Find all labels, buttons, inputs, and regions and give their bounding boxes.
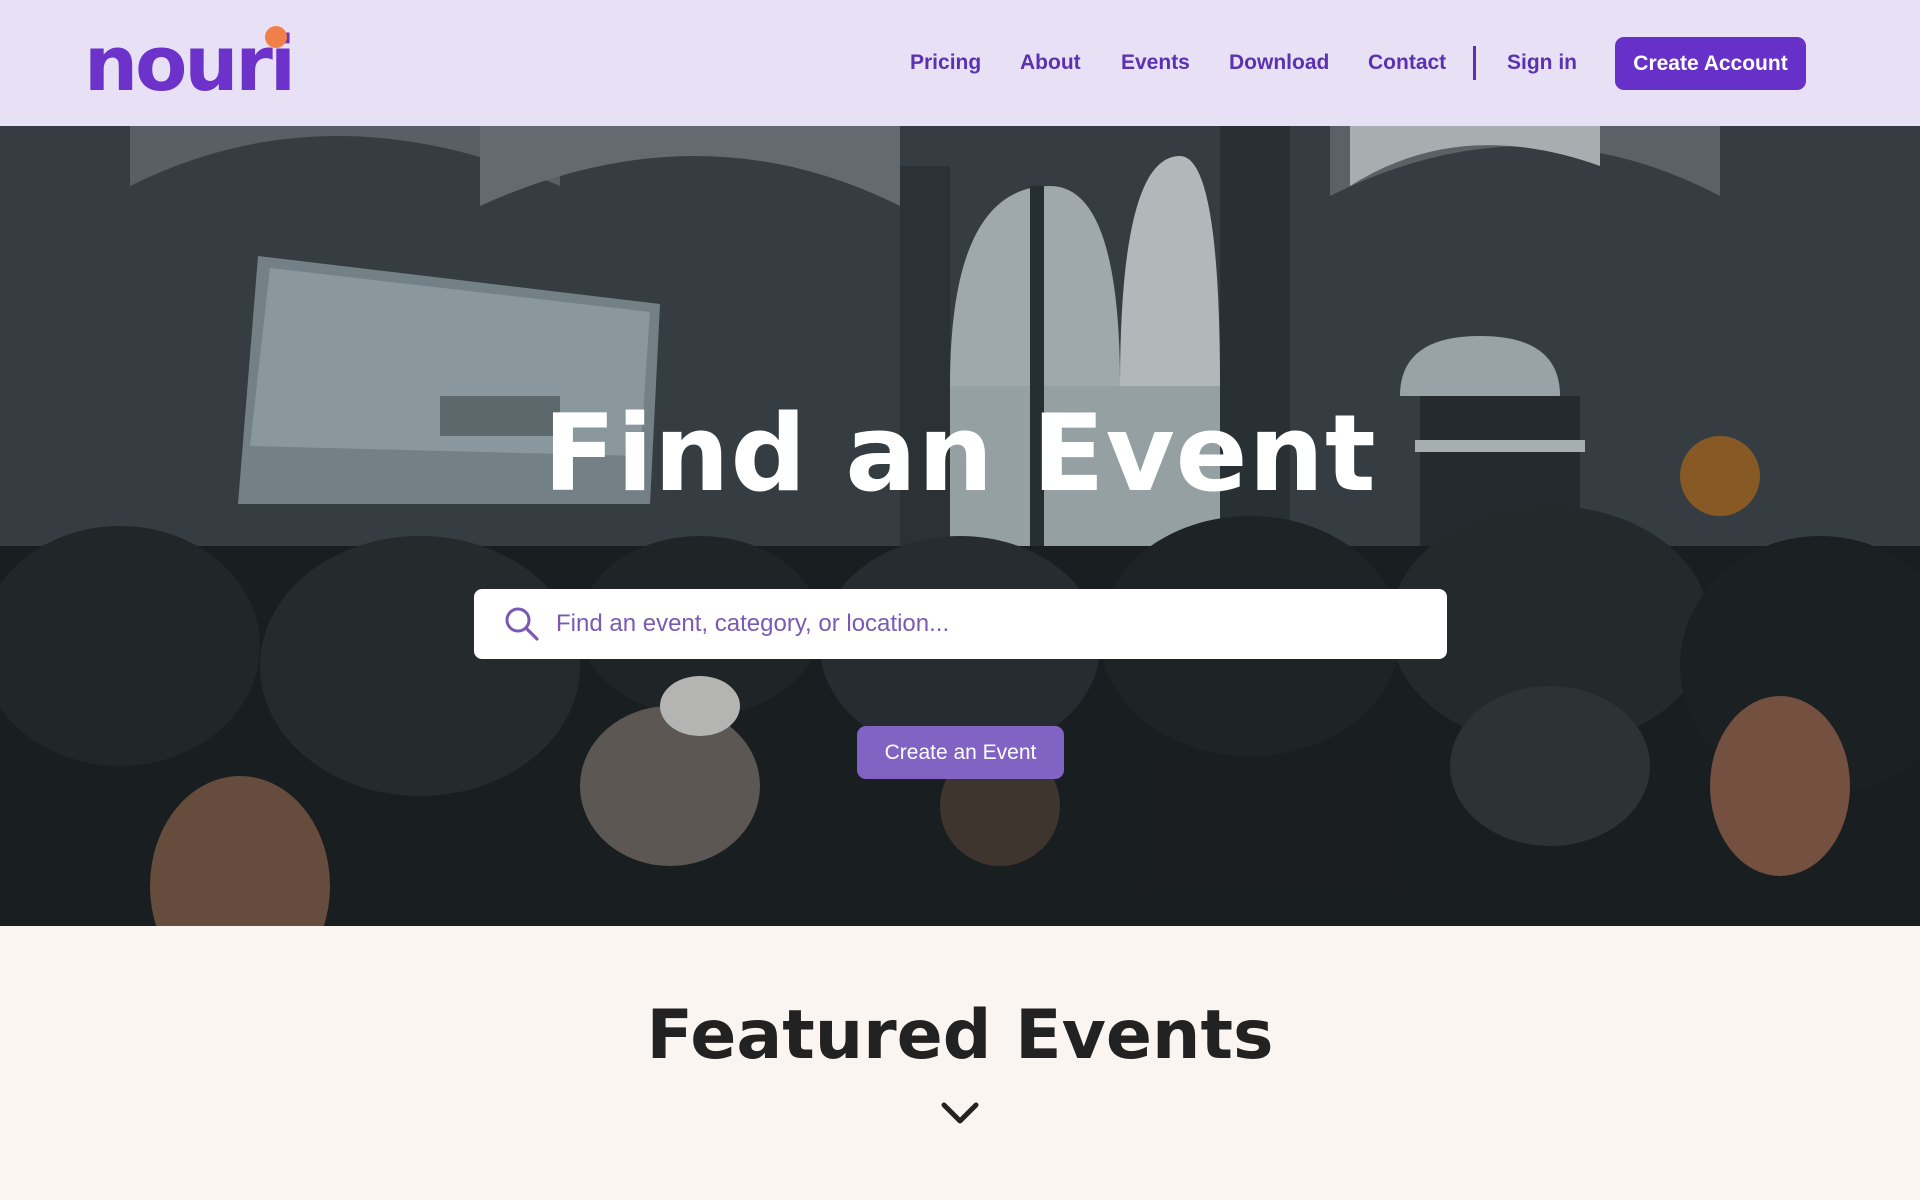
event-search-bar[interactable]: [474, 589, 1447, 659]
site-header: nouri Pricing About Events Download Cont…: [0, 0, 1920, 126]
nav-divider: [1473, 46, 1476, 80]
logo-wordmark: nouri: [84, 19, 296, 108]
featured-events-heading: Featured Events: [646, 996, 1274, 1075]
create-account-button[interactable]: Create Account: [1615, 37, 1806, 90]
nav-pricing[interactable]: Pricing: [910, 51, 981, 75]
hero-title: Find an Event: [543, 392, 1377, 515]
nav-events[interactable]: Events: [1121, 51, 1190, 75]
featured-section: Featured Events: [0, 926, 1920, 1200]
nouri-logo[interactable]: nouri: [84, 19, 296, 108]
nav-contact[interactable]: Contact: [1368, 51, 1446, 75]
sign-in-link[interactable]: Sign in: [1507, 51, 1577, 75]
search-input[interactable]: [556, 589, 1416, 659]
search-icon: [505, 607, 539, 641]
hero-section: Find an Event Create an Event: [0, 126, 1920, 926]
chevron-down-icon[interactable]: [940, 1099, 980, 1127]
logo-dot: [265, 26, 287, 48]
create-event-button[interactable]: Create an Event: [857, 726, 1064, 779]
nav-download[interactable]: Download: [1229, 51, 1329, 75]
nav-about[interactable]: About: [1020, 51, 1081, 75]
hero-overlay: [0, 126, 1920, 926]
